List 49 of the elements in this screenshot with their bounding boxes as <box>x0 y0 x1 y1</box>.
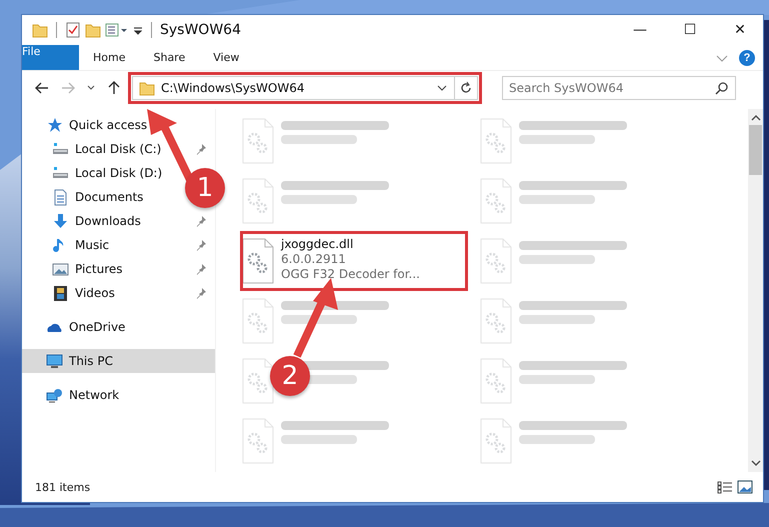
scroll-down-icon <box>750 460 760 468</box>
search-field[interactable]: Search SysWOW64 <box>502 76 736 100</box>
file-menu-tab[interactable]: File <box>22 45 79 70</box>
folder-icon <box>85 22 101 38</box>
scroll-up-icon <box>750 113 760 121</box>
address-bar[interactable]: C:\Windows\SysWOW64 <box>132 76 478 100</box>
minimize-button[interactable]: — <box>617 15 663 45</box>
star-icon <box>46 116 63 134</box>
ribbon-tab[interactable]: Share <box>139 45 200 70</box>
file-detail: 6.0.0.2911 <box>281 252 347 266</box>
nav-item[interactable]: Videos <box>75 286 115 300</box>
nav-item[interactable]: Music <box>75 238 110 252</box>
nav-item[interactable]: This PC <box>22 349 215 373</box>
network-icon <box>46 386 63 404</box>
close-button[interactable]: ✕ <box>717 15 763 45</box>
nav-item[interactable]: Downloads <box>75 214 141 228</box>
scrollbar[interactable] <box>748 109 763 472</box>
ribbon-tab[interactable]: Home <box>79 45 140 70</box>
document-icon <box>52 188 69 206</box>
properties-icon <box>105 22 129 38</box>
folder-icon <box>139 80 155 96</box>
help-button[interactable]: ? <box>739 50 755 66</box>
nav-item[interactable]: Network <box>69 388 120 402</box>
nav-item[interactable]: OneDrive <box>69 320 126 334</box>
download-arrow-icon <box>52 212 69 230</box>
file-name[interactable]: jxoggdec.dll <box>281 237 420 251</box>
back-arrow-icon <box>34 80 50 96</box>
scrollbar-thumb[interactable] <box>749 125 762 175</box>
folder-icon <box>32 22 48 38</box>
nav-item[interactable]: Local Disk (D:) <box>75 166 162 180</box>
item-count: 181 items <box>35 480 90 494</box>
film-icon <box>52 284 69 302</box>
picture-icon <box>52 260 69 278</box>
window-title: SysWOW64 <box>160 22 241 38</box>
up-arrow-icon <box>106 80 122 96</box>
ribbon-tab[interactable]: View <box>199 45 254 70</box>
large-icons-view-icon <box>737 480 753 494</box>
file-detail: OGG F32 Decoder for... <box>281 267 420 281</box>
search-icon <box>715 81 729 95</box>
checklist-icon <box>65 22 81 38</box>
details-view-icon <box>717 480 733 494</box>
nav-item[interactable]: Documents <box>75 190 144 204</box>
nav-item[interactable]: Quick access <box>69 118 148 132</box>
monitor-icon <box>46 352 63 370</box>
nav-item[interactable]: Local Disk (C:) <box>75 142 162 156</box>
nav-item[interactable]: Pictures <box>75 262 123 276</box>
forward-arrow-icon <box>60 80 76 96</box>
maximize-button[interactable]: ☐ <box>667 15 713 45</box>
address-path: C:\Windows\SysWOW64 <box>161 81 306 95</box>
